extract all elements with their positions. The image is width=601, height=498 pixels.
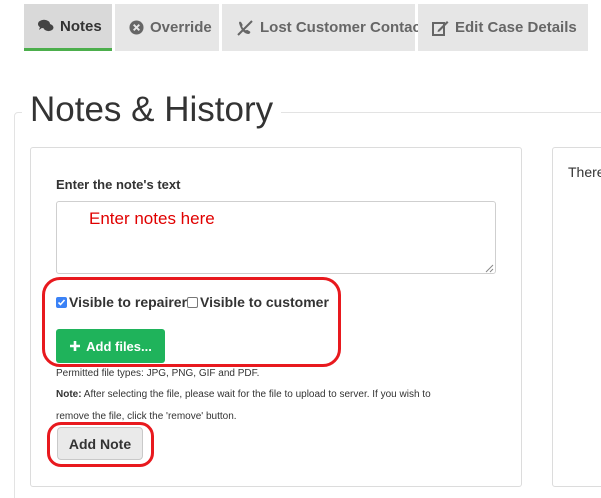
tab-edit-case-details[interactable]: Edit Case Details: [418, 4, 588, 51]
note-line-2: remove the file, click the 'remove' butt…: [56, 411, 237, 422]
visible-to-customer-label[interactable]: Visible to customer: [200, 294, 329, 310]
history-text: There: [568, 164, 601, 180]
add-note-button[interactable]: Add Note: [57, 427, 143, 460]
tab-notes[interactable]: Notes: [24, 4, 112, 51]
tab-lost-customer-contact[interactable]: Lost Customer Contact: [222, 4, 426, 51]
plus-icon: [70, 341, 81, 351]
tab-label: Edit Case Details: [455, 19, 577, 36]
edit-icon: [432, 19, 449, 37]
tab-label: Notes: [60, 17, 102, 35]
note-text-label: Enter the note's text: [56, 177, 181, 192]
resize-handle-icon[interactable]: [485, 264, 494, 273]
comments-icon: [38, 17, 54, 35]
visible-to-customer-checkbox[interactable]: [187, 296, 199, 308]
check-icon: [57, 298, 66, 306]
history-panel: There: [552, 147, 601, 487]
add-files-label: Add files...: [86, 338, 152, 354]
add-files-button[interactable]: Add files...: [56, 329, 165, 363]
permitted-file-types: Permitted file types: JPG, PNG, GIF and …: [56, 368, 260, 379]
phone-slash-icon: [236, 19, 254, 37]
note-prefix: Note:: [56, 389, 82, 400]
visibility-options: Visible to repairer Visible to customer: [56, 294, 329, 310]
tab-override[interactable]: Override: [115, 4, 219, 51]
visible-to-repairer-label[interactable]: Visible to repairer: [69, 294, 187, 310]
page-title: Notes & History: [22, 89, 282, 131]
note-line-1: After selecting the file, please wait fo…: [81, 389, 431, 400]
tab-label: Lost Customer Contact: [260, 19, 426, 36]
upload-note: Note: After selecting the file, please w…: [56, 389, 431, 400]
visible-to-repairer-checkbox[interactable]: [56, 296, 67, 308]
tab-bar: Notes Override Lost Customer Contact Edi…: [24, 4, 588, 51]
tab-label: Override: [150, 19, 212, 36]
times-circle-icon: [129, 19, 144, 37]
note-text-value: Enter notes here: [89, 209, 215, 228]
